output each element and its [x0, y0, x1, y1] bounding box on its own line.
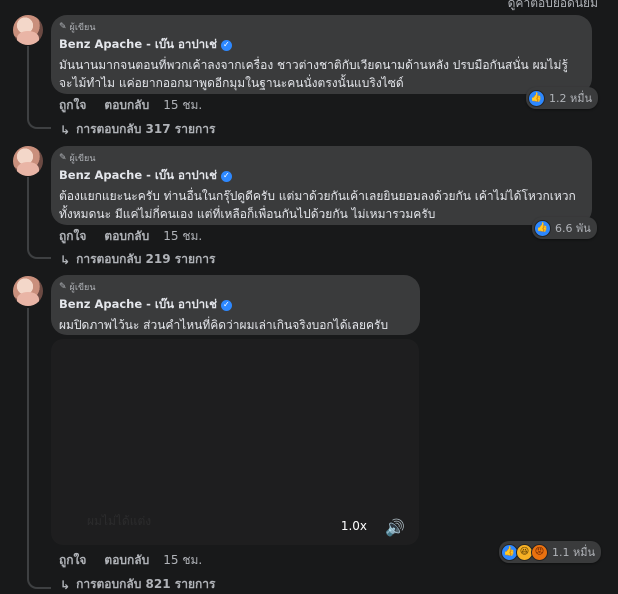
like-button[interactable]: ถูกใจ — [59, 96, 86, 115]
author-badge-label: ผู้เขียน — [69, 283, 96, 293]
comment-text: ผมปิดภาพไว้นะ ส่วนคำไหนที่คิดว่าผมเล่าเก… — [59, 318, 389, 332]
comment-timestamp[interactable]: 15 ชม. — [163, 96, 202, 115]
replies-label[interactable]: การตอบกลับ 821 รายการ — [76, 575, 215, 594]
comment-text: มันนานมากจนตอนที่พวกเค้าลงจากเครื่อง ชาว… — [59, 58, 568, 90]
reply-button[interactable]: ตอบกลับ — [104, 96, 149, 115]
comment-bubble: ✎ ผู้เขียน Benz Apache - เบ๊น อาปาเช่ ✓ … — [51, 15, 592, 94]
video-player[interactable]: ผมไม่ได้แต่ง 1.0x 🔊 — [51, 339, 419, 545]
like-reaction-icon: 👍 — [528, 89, 545, 107]
comment-author[interactable]: Benz Apache - เบ๊น อาปาเช่ ✓ — [59, 296, 408, 314]
comment-text: ต้องแยกแยะนะครับ ท่านอื่นในกรุ๊ปดูดีครับ… — [59, 189, 576, 221]
author-name[interactable]: Benz Apache - เบ๊น อาปาเช่ — [59, 36, 217, 54]
author-badge: ✎ ผู้เขียน — [59, 281, 408, 293]
comment-author[interactable]: Benz Apache - เบ๊น อาปาเช่ ✓ — [59, 36, 580, 54]
comment-bubble: ✎ ผู้เขียน Benz Apache - เบ๊น อาปาเช่ ✓ … — [51, 146, 592, 225]
verified-badge-icon: ✓ — [220, 170, 232, 182]
like-button[interactable]: ถูกใจ — [59, 551, 86, 570]
view-replies-link[interactable]: ↳ การตอบกลับ 821 รายการ — [60, 575, 215, 594]
pencil-icon: ✎ — [59, 153, 67, 163]
pencil-icon: ✎ — [59, 22, 67, 32]
view-replies-link[interactable]: ↳ การตอบกลับ 317 รายการ — [60, 120, 215, 139]
comment-actions: ถูกใจ ตอบกลับ 15 ชม. — [59, 96, 202, 115]
author-badge-label: ผู้เขียน — [69, 154, 96, 164]
reply-button[interactable]: ตอบกลับ — [104, 227, 149, 246]
author-badge-label: ผู้เขียน — [69, 23, 96, 33]
reaction-summary[interactable]: 👍 6.6 พัน — [532, 217, 597, 239]
reaction-summary[interactable]: 👍 😆 😡 1.1 หมื่น — [499, 541, 602, 563]
comment-bubble: ✎ ผู้เขียน Benz Apache - เบ๊น อาปาเช่ ✓ … — [51, 275, 420, 335]
reaction-summary[interactable]: 👍 1.2 หมื่น — [526, 87, 599, 109]
thread-connector — [27, 308, 51, 589]
like-reaction-icon: 👍 — [534, 219, 551, 237]
pencil-icon: ✎ — [59, 282, 67, 292]
reaction-count: 1.1 หมื่น — [552, 546, 596, 559]
reply-button[interactable]: ตอบกลับ — [104, 551, 149, 570]
thread-connector — [27, 177, 51, 259]
thread-connector — [27, 46, 51, 129]
like-button[interactable]: ถูกใจ — [59, 227, 86, 246]
reaction-count: 6.6 พัน — [555, 222, 591, 235]
top-partial-link[interactable]: ดูคำตอบยอดนิยม — [508, 0, 598, 13]
view-replies-link[interactable]: ↳ การตอบกลับ 219 รายการ — [60, 250, 215, 269]
reply-arrow-icon: ↳ — [60, 252, 71, 267]
author-badge: ✎ ผู้เขียน — [59, 152, 580, 164]
volume-icon[interactable]: 🔊 — [385, 518, 405, 537]
author-name[interactable]: Benz Apache - เบ๊น อาปาเช่ — [59, 296, 217, 314]
comment-actions: ถูกใจ ตอบกลับ 15 ชม. — [59, 227, 202, 246]
comment-actions: ถูกใจ ตอบกลับ 15 ชม. — [59, 551, 202, 570]
avatar[interactable] — [13, 15, 43, 45]
verified-badge-icon: ✓ — [220, 39, 232, 51]
avatar[interactable] — [13, 276, 43, 306]
reaction-count: 1.2 หมื่น — [549, 92, 593, 105]
comment-timestamp[interactable]: 15 ชม. — [163, 551, 202, 570]
playback-speed-button[interactable]: 1.0x — [341, 519, 367, 533]
replies-label[interactable]: การตอบกลับ 317 รายการ — [76, 120, 215, 139]
angry-reaction-icon: 😡 — [531, 543, 548, 561]
reply-arrow-icon: ↳ — [60, 122, 71, 137]
avatar[interactable] — [13, 146, 43, 176]
comment-author[interactable]: Benz Apache - เบ๊น อาปาเช่ ✓ — [59, 167, 580, 185]
replies-label[interactable]: การตอบกลับ 219 รายการ — [76, 250, 215, 269]
author-name[interactable]: Benz Apache - เบ๊น อาปาเช่ — [59, 167, 217, 185]
video-caption: ผมไม่ได้แต่ง — [87, 514, 152, 528]
comment-timestamp[interactable]: 15 ชม. — [163, 227, 202, 246]
reply-arrow-icon: ↳ — [60, 577, 71, 592]
verified-badge-icon: ✓ — [220, 299, 232, 311]
author-badge: ✎ ผู้เขียน — [59, 21, 580, 33]
